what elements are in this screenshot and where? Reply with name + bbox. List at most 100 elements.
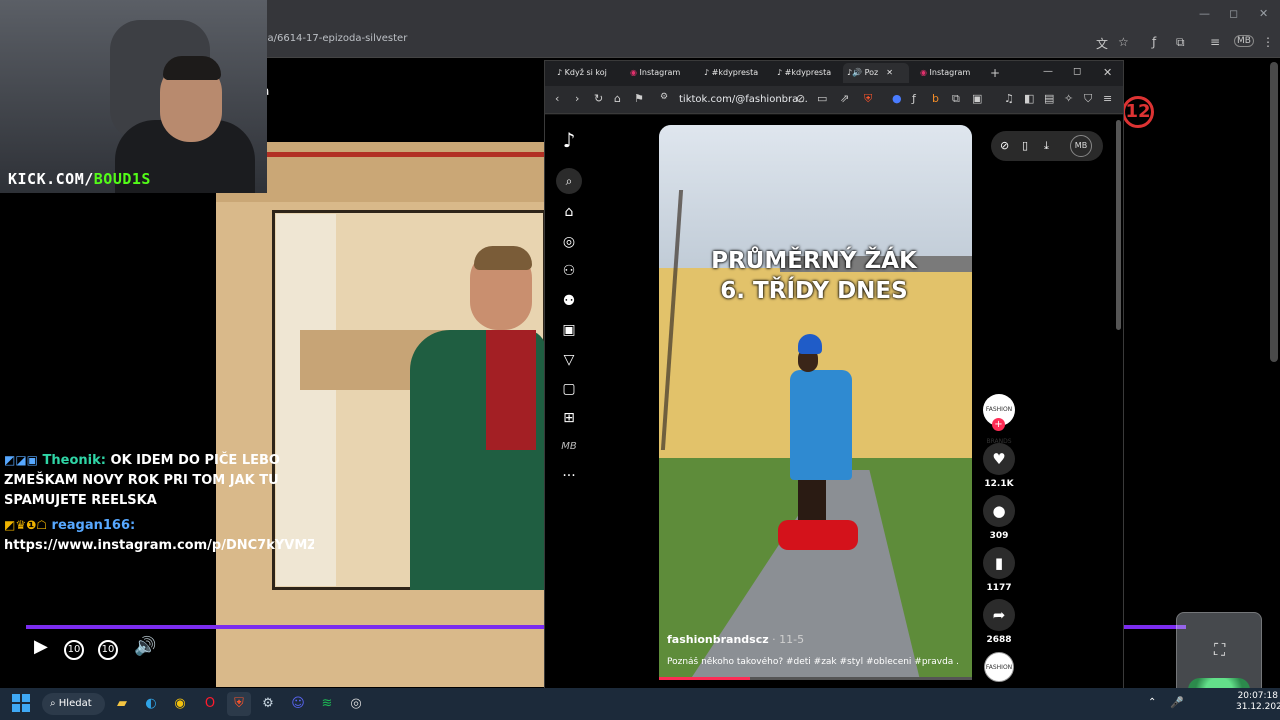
device-icon[interactable]: ▯ <box>1022 139 1028 152</box>
tiktok-progress-fill <box>659 677 750 680</box>
leo-icon[interactable]: ✧ <box>1064 92 1073 105</box>
extension-icon-1[interactable]: ● <box>892 92 902 105</box>
overlay-url-text[interactable]: tiktok.com/@fashionbra... <box>679 94 808 105</box>
opera-icon[interactable]: O <box>198 692 222 716</box>
chat-link[interactable]: https://www.instagram.com/p/DNC7kYVMZw <box>4 536 314 556</box>
rewind-10-button[interactable]: 10 <box>64 640 84 660</box>
extension-icon-2[interactable]: ƒ <box>912 92 916 105</box>
activity-icon[interactable]: ▢ <box>558 381 580 397</box>
overlay-maximize-button[interactable]: ◻ <box>1073 66 1081 77</box>
overlay-close-button[interactable]: ✕ <box>1103 66 1112 79</box>
windows-start-icon[interactable] <box>12 694 30 712</box>
reader-icon[interactable]: ⊘ <box>796 92 805 105</box>
spotify-icon[interactable]: ≋ <box>315 692 339 716</box>
video-person-legs <box>798 478 826 523</box>
overlay-toolbar <box>545 86 1123 114</box>
file-explorer-icon[interactable]: ▰ <box>110 692 134 716</box>
user-avatar[interactable]: MB <box>1070 135 1092 157</box>
profile-avatar[interactable]: MB <box>1234 35 1254 47</box>
extension-icon-3[interactable]: b <box>932 92 939 105</box>
like-icon[interactable]: ♥ <box>983 443 1015 475</box>
music-disc-avatar[interactable]: FASHION BRANDS <box>984 652 1014 701</box>
home-icon[interactable]: ⌂ <box>558 204 580 220</box>
bookmark-icon[interactable]: ⚑ <box>634 92 644 105</box>
forward-icon[interactable]: › <box>575 92 579 105</box>
cast-icon[interactable]: ▭ <box>817 92 827 105</box>
background-url-text[interactable]: oda/6614-17-epizoda-silvester <box>255 33 407 44</box>
overlay-scrollbar[interactable] <box>1116 120 1121 330</box>
fullscreen-icon[interactable]: ⛶ <box>1214 640 1225 660</box>
back-icon[interactable]: ‹ <box>555 92 559 105</box>
taskbar-clock[interactable]: 20:07:18 31.12.2025 <box>1236 691 1280 713</box>
tray-expand-icon[interactable]: ⌃ <box>1148 697 1156 708</box>
chat-username[interactable]: reagan166: <box>52 518 136 533</box>
tab-tiktok-active[interactable]: ♪🔊 Poz ✕ <box>843 63 909 83</box>
music-icon[interactable]: ♫ <box>1004 92 1014 105</box>
chat-badges: ◩♛❶☖ <box>4 518 48 532</box>
tiktok-logo-icon[interactable]: ♪ <box>558 128 580 152</box>
volume-icon[interactable]: 🔊 <box>134 636 156 657</box>
vpn-icon[interactable]: ⛉ <box>1084 92 1092 106</box>
comment-icon[interactable]: ● <box>983 495 1015 527</box>
new-tab-button[interactable]: + <box>990 66 1000 80</box>
tab-search-icon[interactable]: ▣ <box>972 92 982 105</box>
maximize-button[interactable]: ◻ <box>1229 7 1238 20</box>
tab-instagram-2[interactable]: ◉ Instagram <box>916 63 984 83</box>
media-icon[interactable]: ≡ <box>1210 35 1220 49</box>
play-icon[interactable]: ▶ <box>34 636 48 657</box>
following-icon[interactable]: ⚇ <box>558 263 580 279</box>
extension-icon[interactable]: ƒ <box>1152 35 1156 49</box>
steam-icon[interactable]: ⚙ <box>256 692 280 716</box>
puzzle-icon[interactable]: ⧉ <box>1176 35 1185 50</box>
more-icon[interactable]: ··· <box>558 468 580 484</box>
menu-icon[interactable]: ⋮ <box>1262 35 1274 49</box>
bookmark-icon[interactable]: ▮ <box>983 547 1015 579</box>
like-count: 12.1K <box>984 479 1014 489</box>
overlay-minimize-button[interactable]: — <box>1043 66 1053 77</box>
explore-icon[interactable]: ◎ <box>558 234 580 250</box>
upload-icon[interactable]: ⊞ <box>558 410 580 426</box>
taskbar-search[interactable]: ⌕ Hledat <box>42 693 105 715</box>
share-icon[interactable]: ⇗ <box>840 92 849 105</box>
brave-icon[interactable]: ⛨ <box>227 692 251 716</box>
follow-plus-icon[interactable]: + <box>992 418 1005 431</box>
download-icon[interactable]: ⤓ <box>1044 139 1049 153</box>
autoscroll-icon[interactable]: ⊘ <box>1000 139 1009 152</box>
page-scrollbar[interactable] <box>1270 62 1278 362</box>
edge-icon[interactable]: ◐ <box>139 692 163 716</box>
translate-icon[interactable]: 文 <box>1096 35 1108 52</box>
kick-channel-name: BOUD1S <box>93 170 151 188</box>
live-icon[interactable]: ▣ <box>558 322 580 338</box>
sidebar-icon[interactable]: ◧ <box>1024 92 1034 105</box>
wallet-icon[interactable]: ▤ <box>1044 92 1054 105</box>
obs-icon[interactable]: ◎ <box>344 692 368 716</box>
clock-time: 20:07:18 <box>1237 691 1278 701</box>
bookmark-star-icon[interactable]: ☆ <box>1118 35 1129 49</box>
site-settings-icon[interactable]: ⚙ <box>660 92 668 102</box>
profile-icon[interactable]: MB <box>558 441 580 452</box>
video-description[interactable]: Poznáš někoho takového? #deti #zak #styl… <box>667 657 959 667</box>
forward-10-button[interactable]: 10 <box>98 640 118 660</box>
reload-icon[interactable]: ↻ <box>594 92 603 105</box>
puzzle-icon[interactable]: ⧉ <box>952 92 960 106</box>
discord-icon[interactable]: ☺ <box>286 692 310 716</box>
tab-instagram-1[interactable]: ◉ Instagram <box>626 63 696 83</box>
messages-icon[interactable]: ▽ <box>558 352 580 368</box>
tab-tiktok-2[interactable]: ♪ #kdypresta <box>700 63 764 83</box>
author-name[interactable]: fashionbrandscz <box>667 633 769 646</box>
tab-tiktok-1[interactable]: ♪ Když si koj <box>553 63 617 83</box>
minimize-button[interactable]: — <box>1199 7 1210 20</box>
overlay-menu-icon[interactable]: ≡ <box>1103 92 1112 105</box>
chat-username[interactable]: Theonik: <box>43 453 106 468</box>
share-icon[interactable]: ➦ <box>983 599 1015 631</box>
close-tab-icon[interactable]: ✕ <box>886 68 893 77</box>
brave-shield-icon[interactable]: ⛨ <box>864 92 872 106</box>
friends-icon[interactable]: ⚉ <box>558 293 580 309</box>
home-icon[interactable]: ⌂ <box>614 92 621 105</box>
close-button[interactable]: ✕ <box>1259 7 1268 20</box>
search-icon[interactable]: ⌕ <box>556 168 582 194</box>
chrome-icon[interactable]: ◉ <box>168 692 192 716</box>
microphone-icon[interactable]: 🎤 <box>1170 696 1184 709</box>
tab-tiktok-3[interactable]: ♪ #kdypresta <box>773 63 837 83</box>
video-author[interactable]: fashionbrandscz · 11-5 <box>667 633 804 646</box>
